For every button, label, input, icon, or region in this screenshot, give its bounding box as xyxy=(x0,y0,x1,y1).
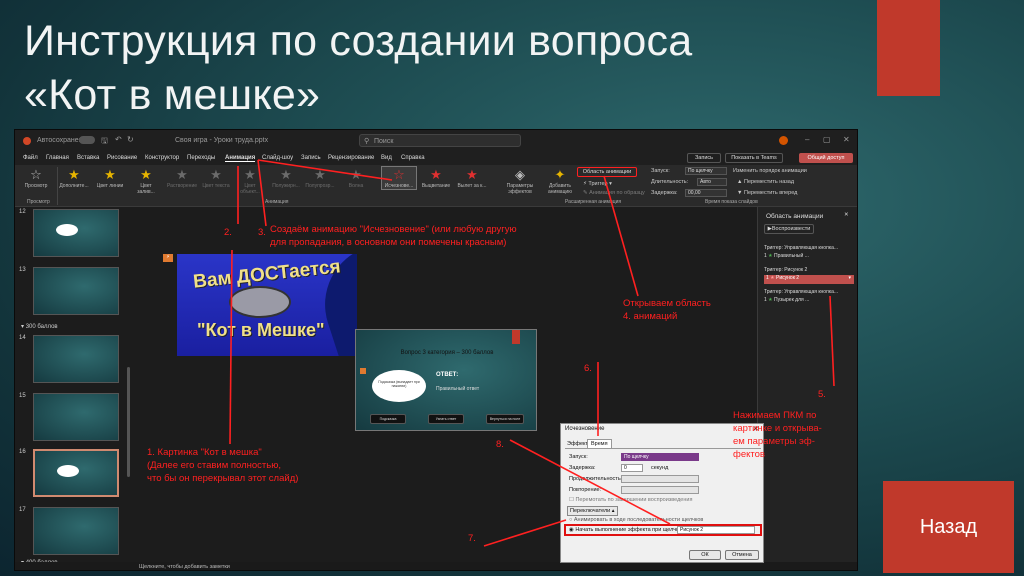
annotation-6: 6. xyxy=(584,363,592,374)
annotation-7: 7. xyxy=(468,533,476,544)
arrow-7 xyxy=(483,519,567,547)
annotation-5: 5. xyxy=(818,389,826,400)
annotation-4: Открываем область 4. анимаций xyxy=(623,298,711,322)
annotation-3-text: Создаём анимацию "Исчезновение" (или люб… xyxy=(270,224,517,248)
annotation-1: 1. Картинка "Кот в мешка" (Далее его ста… xyxy=(147,447,299,484)
arrow-3b xyxy=(257,159,393,181)
arrow-1 xyxy=(229,249,233,445)
annotation-8: 8. xyxy=(496,439,504,450)
arrow-8 xyxy=(509,439,671,525)
arrow-5 xyxy=(829,295,835,387)
annotation-3: 3. xyxy=(258,227,266,238)
annotation-5-text: Нажимаем ПКМ по картинке и открыва- ем п… xyxy=(733,410,822,460)
annotation-arrows xyxy=(229,159,835,547)
arrow-4 xyxy=(603,175,639,297)
annotation-2: 2. xyxy=(224,227,232,238)
arrow-3a xyxy=(257,159,267,227)
